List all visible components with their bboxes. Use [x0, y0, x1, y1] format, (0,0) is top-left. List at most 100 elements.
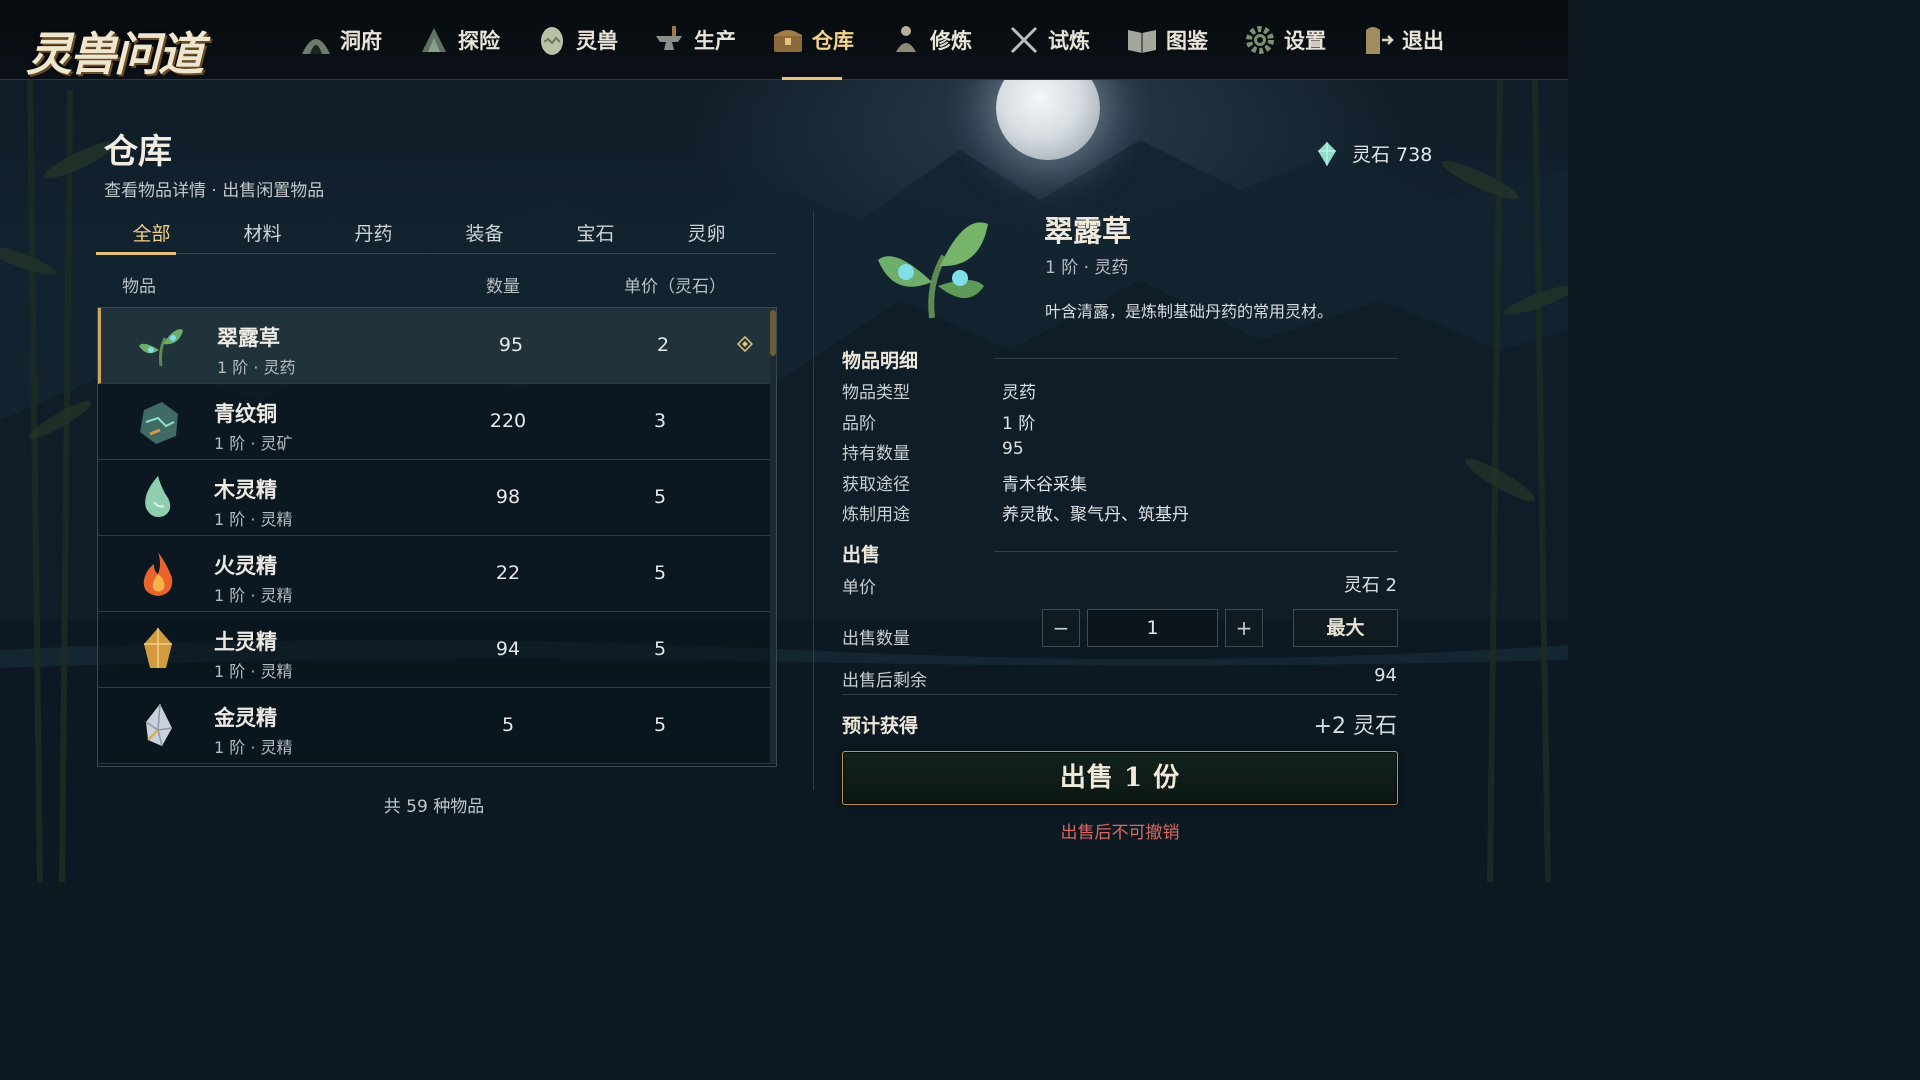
selected-diamond-icon: [737, 336, 753, 352]
nav-item-codex[interactable]: 图鉴: [1124, 0, 1208, 80]
item-name: 木灵精: [214, 477, 277, 502]
scrollbar-thumb[interactable]: [770, 310, 776, 356]
game-logo: 灵兽问道: [26, 27, 204, 81]
wood-essence-icon: [145, 476, 171, 517]
earth-essence-icon: [144, 628, 172, 668]
nav-label: 图鉴: [1166, 28, 1208, 53]
ore-icon: [140, 402, 178, 444]
sell-warning: 出售后不可撤销: [1060, 823, 1180, 843]
item-qty: 95: [498, 334, 524, 356]
meditation-icon: [896, 26, 916, 52]
item-tier: 1 阶 · 灵精: [214, 586, 293, 605]
nav-item-exit[interactable]: 退出: [1360, 0, 1444, 80]
tab-eggs[interactable]: 灵卵: [651, 218, 762, 253]
list-scrollbar[interactable]: [770, 310, 776, 764]
nav-label: 仓库: [812, 28, 854, 53]
item-name: 火灵精: [214, 553, 277, 578]
nav-label: 洞府: [340, 28, 382, 53]
remain-label: 出售后剩余: [842, 671, 927, 691]
nav-item-trial[interactable]: 试炼: [1006, 0, 1090, 80]
nav-item-produce[interactable]: 生产: [652, 0, 736, 80]
item-tier: 1 阶 · 灵精: [214, 662, 293, 681]
item-qty: 98: [495, 486, 521, 508]
egg-icon: [541, 27, 563, 55]
nav-label: 生产: [694, 28, 736, 53]
detail-field-label: 品阶: [842, 414, 876, 434]
tab-materials[interactable]: 材料: [207, 218, 318, 253]
detail-field-label: 炼制用途: [842, 505, 910, 525]
expected-gain-value: +2 灵石: [1313, 714, 1397, 739]
detail-item-description: 叶含清露，是炼制基础丹药的常用灵材。: [1045, 302, 1334, 321]
nav-item-settings[interactable]: 设置: [1242, 0, 1326, 80]
nav-item-cultivate[interactable]: 修炼: [888, 0, 972, 80]
item-qty: 5: [501, 714, 515, 736]
crossed-swords-icon: [1010, 26, 1038, 54]
item-qty: 22: [495, 562, 521, 584]
decrease-qty-button[interactable]: −: [1042, 609, 1080, 647]
sell-button[interactable]: 出售 1 份: [842, 751, 1398, 805]
item-price: 3: [653, 410, 667, 432]
list-item[interactable]: 金灵精 1 阶 · 灵精 5 5: [98, 688, 776, 764]
tab-all[interactable]: 全部: [96, 218, 207, 255]
detail-item-name: 翠露草: [1044, 214, 1132, 248]
unit-price-label: 单价: [842, 578, 876, 598]
item-price: 5: [653, 486, 667, 508]
detail-field-value: 养灵散、聚气丹、筑基丹: [1002, 505, 1189, 525]
nav-label: 灵兽: [576, 28, 618, 53]
herb-icon: [139, 329, 183, 367]
tab-gems[interactable]: 宝石: [540, 218, 651, 253]
nav-label: 修炼: [930, 28, 972, 53]
nav-item-explore[interactable]: 探险: [416, 0, 500, 80]
section-divider: [994, 358, 1398, 359]
item-list: 翠露草 1 阶 · 灵药 95 2 青纹铜 1 阶 · 灵矿 220 3 木灵精…: [97, 307, 777, 767]
increase-qty-button[interactable]: +: [1225, 609, 1263, 647]
list-item[interactable]: 火灵精 1 阶 · 灵精 22 5: [98, 536, 776, 612]
page-subtitle: 查看物品详情 · 出售闲置物品: [104, 181, 325, 201]
unit-price-value: 灵石 2: [1343, 575, 1397, 596]
item-price: 5: [653, 714, 667, 736]
spirit-stone-icon: [1318, 141, 1336, 166]
page-title: 仓库: [104, 132, 172, 172]
list-item[interactable]: 翠露草 1 阶 · 灵药 95 2: [98, 308, 776, 384]
max-qty-button[interactable]: 最大: [1293, 609, 1398, 647]
panel-divider: [813, 210, 814, 790]
nav-item-beast[interactable]: 灵兽: [534, 0, 618, 80]
expected-gain-label: 预计获得: [842, 715, 919, 737]
detail-item-tier: 1 阶 · 灵药: [1045, 258, 1129, 278]
column-header-qty: 数量: [486, 277, 520, 297]
detail-field-value: 青木谷采集: [1002, 475, 1087, 495]
currency-amount: 灵石 738: [1352, 144, 1433, 166]
section-title-details: 物品明细: [842, 350, 919, 372]
nav-item-cave[interactable]: 洞府: [298, 0, 382, 80]
gear-icon: [1246, 26, 1274, 54]
list-item[interactable]: 青纹铜 1 阶 · 灵矿 220 3: [98, 384, 776, 460]
sell-qty-input[interactable]: 1: [1087, 609, 1218, 647]
list-item[interactable]: 木灵精 1 阶 · 灵精 98 5: [98, 460, 776, 536]
fire-essence-icon: [143, 552, 173, 596]
detail-field-value: 灵药: [1002, 383, 1036, 403]
chest-icon: [774, 30, 802, 52]
anvil-icon: [656, 26, 682, 50]
item-name: 金灵精: [214, 705, 277, 730]
nav-label: 退出: [1402, 28, 1444, 53]
column-header-item: 物品: [122, 277, 156, 297]
item-tier: 1 阶 · 灵精: [214, 510, 293, 529]
herb-icon: [878, 222, 988, 319]
item-price: 5: [653, 638, 667, 660]
detail-field-value: 95: [1002, 439, 1024, 459]
item-qty: 220: [489, 410, 527, 432]
category-tabs: 全部 材料 丹药 装备 宝石 灵卵: [96, 218, 776, 255]
item-tier: 1 阶 · 灵药: [217, 358, 296, 377]
item-price: 5: [653, 562, 667, 584]
tab-equipment[interactable]: 装备: [429, 218, 540, 253]
item-qty: 94: [495, 638, 521, 660]
item-price: 2: [656, 334, 670, 356]
cave-icon: [302, 39, 330, 54]
item-name: 翠露草: [217, 325, 280, 350]
tab-pills[interactable]: 丹药: [318, 218, 429, 253]
compass-icon: [422, 28, 446, 52]
section-title-sell: 出售: [842, 544, 881, 566]
nav-item-warehouse[interactable]: 仓库: [770, 0, 854, 80]
metal-essence-icon: [145, 703, 173, 747]
list-item[interactable]: 土灵精 1 阶 · 灵精 94 5: [98, 612, 776, 688]
